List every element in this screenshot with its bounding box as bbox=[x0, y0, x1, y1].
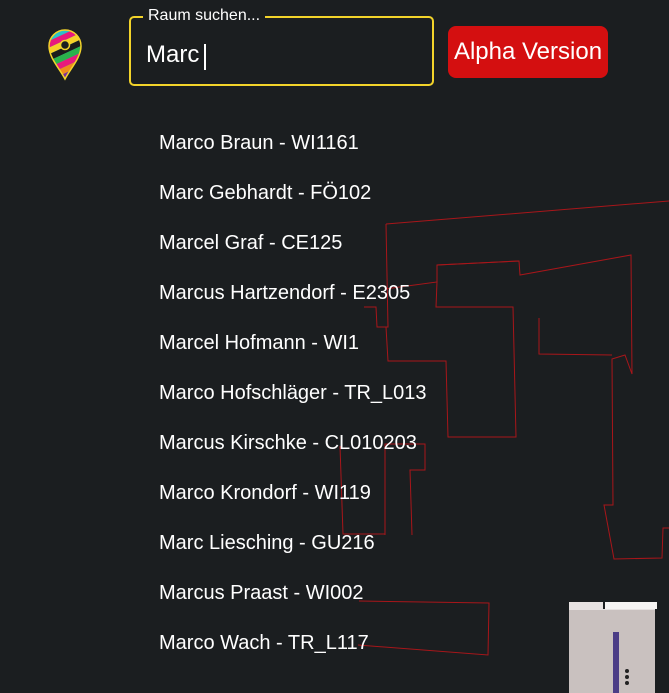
search-result-item[interactable]: Marcel Graf - CE125 bbox=[159, 218, 427, 268]
map-pin-logo-icon bbox=[48, 29, 82, 81]
search-result-item[interactable]: Marcel Hofmann - WI1 bbox=[159, 318, 427, 368]
alpha-version-badge: Alpha Version bbox=[448, 26, 608, 78]
search-result-item[interactable]: Marco Wach - TR_L117 bbox=[159, 618, 427, 668]
text-caret bbox=[204, 44, 206, 70]
search-label: Raum suchen... bbox=[143, 7, 266, 25]
building-outline bbox=[385, 200, 669, 225]
search-input[interactable] bbox=[146, 40, 406, 70]
building-outline bbox=[538, 318, 613, 356]
search-result-item[interactable]: Marco Braun - WI1161 bbox=[159, 118, 427, 168]
app-logo[interactable] bbox=[46, 29, 84, 81]
search-result-item[interactable]: Marco Hofschläger - TR_L013 bbox=[159, 368, 427, 418]
vertical-dots-icon[interactable] bbox=[623, 668, 631, 686]
building-outline bbox=[436, 254, 669, 560]
search-result-item[interactable]: Marc Gebhardt - FÖ102 bbox=[159, 168, 427, 218]
search-result-item[interactable]: Marcus Hartzendorf - E2305 bbox=[159, 268, 427, 318]
floor-level-bar[interactable] bbox=[613, 632, 619, 693]
room-search-field[interactable]: Raum suchen... bbox=[129, 7, 434, 86]
search-result-item[interactable]: Marcus Kirschke - CL010203 bbox=[159, 418, 427, 468]
floor-selector-widget[interactable] bbox=[569, 602, 657, 693]
search-result-item[interactable]: Marco Krondorf - WI119 bbox=[159, 468, 427, 518]
floor-widget-tab[interactable] bbox=[603, 602, 657, 609]
search-results-list: Marco Braun - WI1161 Marc Gebhardt - FÖ1… bbox=[159, 118, 427, 668]
search-result-item[interactable]: Marcus Praast - WI002 bbox=[159, 568, 427, 618]
search-result-item[interactable]: Marc Liesching - GU216 bbox=[159, 518, 427, 568]
